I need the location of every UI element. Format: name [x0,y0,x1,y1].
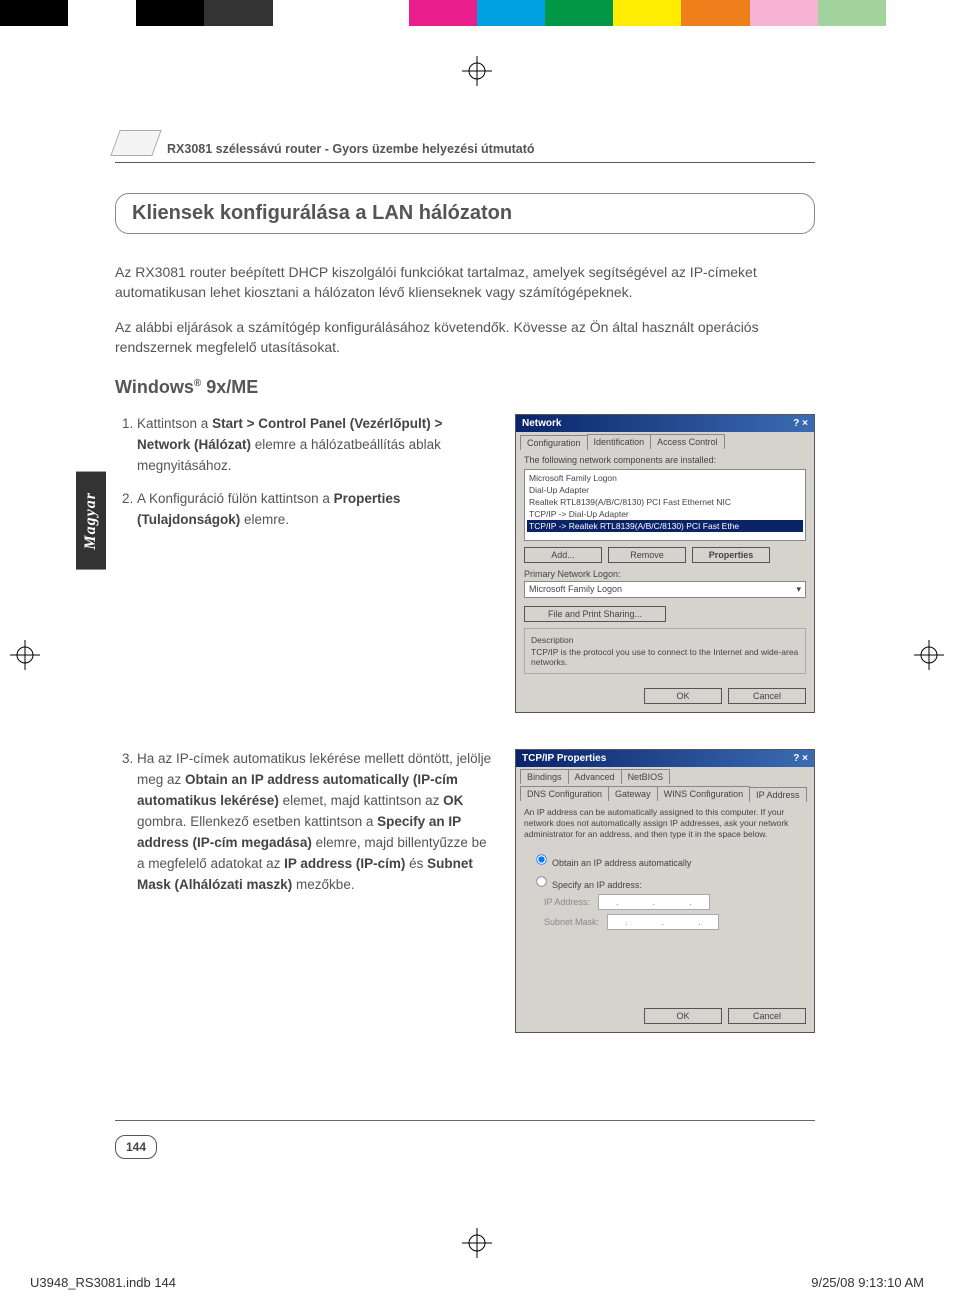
page-number: 144 [115,1135,157,1159]
obtain-ip-radio[interactable]: Obtain an IP address automatically [530,850,806,868]
list-item[interactable]: TCP/IP -> Dial-Up Adapter [527,508,803,520]
list-item[interactable]: Dial-Up Adapter [527,484,803,496]
list-item-selected[interactable]: TCP/IP -> Realtek RTL8139(A/B/C/8130) PC… [527,520,803,532]
primary-logon-dropdown[interactable]: Microsoft Family Logon▾ [524,581,806,598]
registration-mark-icon [462,56,492,86]
header-title: RX3081 szélessávú router - Gyors üzembe … [167,142,535,156]
dlg1-list-label: The following network components are ins… [524,455,806,465]
remove-button[interactable]: Remove [608,547,686,563]
registration-mark-icon [462,1228,492,1258]
section-title: Kliensek konfigurálása a LAN hálózaton [132,202,798,225]
footer-left: U3948_RS3081.indb 144 [30,1275,176,1290]
instructions-block-1: Kattintson a Start > Control Panel (Vezé… [115,414,497,543]
network-dialog-screenshot: Network? × Configuration Identification … [515,414,815,713]
cancel-button[interactable]: Cancel [728,1008,806,1024]
dlg1-tab-identification[interactable]: Identification [587,434,652,449]
description-groupbox: Description TCP/IP is the protocol you u… [524,628,806,674]
subnet-mask-field[interactable]: ... [607,914,719,930]
footer-rule [115,1120,815,1121]
cancel-button[interactable]: Cancel [728,688,806,704]
intro-p2: Az alábbi eljárások a számítógép konfigu… [115,317,815,358]
step-2: A Konfiguráció fülön kattintson a Proper… [137,489,497,531]
dlg2-tab-bindings[interactable]: Bindings [520,769,569,784]
language-side-tab: Magyar [76,472,106,570]
properties-button[interactable]: Properties [692,547,770,563]
dlg2-tab-dns[interactable]: DNS Configuration [520,786,609,801]
intro-text: Az RX3081 router beépített DHCP kiszolgá… [115,262,815,357]
dlg1-components-list[interactable]: Microsoft Family Logon Dial-Up Adapter R… [524,469,806,541]
tcpip-dialog-screenshot: TCP/IP Properties ? × Bindings Advanced N… [515,749,815,1033]
dlg2-help-close: ? × [793,753,808,764]
specify-ip-radio[interactable]: Specify an IP address: [530,872,806,890]
file-print-sharing-button[interactable]: File and Print Sharing... [524,606,666,622]
footer-right: 9/25/08 9:13:10 AM [811,1275,924,1290]
instructions-block-2: Ha az IP-címek automatikus lekérése mell… [115,749,497,907]
dlg1-title: Network [522,418,561,429]
ok-button[interactable]: OK [644,1008,722,1024]
intro-p1: Az RX3081 router beépített DHCP kiszolgá… [115,262,815,303]
list-item[interactable]: Realtek RTL8139(A/B/C/8130) PCI Fast Eth… [527,496,803,508]
dlg2-title: TCP/IP Properties [522,753,606,764]
ip-address-label: IP Address: [544,897,590,907]
chevron-down-icon: ▾ [796,584,801,595]
dlg2-tab-ipaddress[interactable]: IP Address [749,787,806,802]
dlg2-desc: An IP address can be automatically assig… [524,807,806,840]
router-logo-icon [110,130,161,156]
add-button[interactable]: Add... [524,547,602,563]
dlg2-tab-gateway[interactable]: Gateway [608,786,658,801]
dlg2-tab-netbios[interactable]: NetBIOS [621,769,671,784]
os-subheading: Windows® 9x/ME [115,377,815,398]
step-1: Kattintson a Start > Control Panel (Vezé… [137,414,497,477]
page-header: RX3081 szélessávú router - Gyors üzembe … [115,130,815,163]
ok-button[interactable]: OK [644,688,722,704]
step-3: Ha az IP-címek automatikus lekérése mell… [137,749,497,895]
dlg2-tab-advanced[interactable]: Advanced [568,769,622,784]
dlg2-tab-wins[interactable]: WINS Configuration [657,786,751,801]
print-color-bar [0,0,954,26]
ip-address-field[interactable]: ... [598,894,710,910]
registration-mark-icon [10,640,40,670]
registration-mark-icon [914,640,944,670]
primary-logon-label: Primary Network Logon: [524,569,806,579]
dlg1-help-close: ? × [793,418,808,429]
subnet-mask-label: Subnet Mask: [544,917,599,927]
section-title-box: Kliensek konfigurálása a LAN hálózaton [115,193,815,234]
list-item[interactable]: Microsoft Family Logon [527,472,803,484]
dlg1-tab-access-control[interactable]: Access Control [650,434,725,449]
dlg1-tab-configuration[interactable]: Configuration [520,435,588,450]
